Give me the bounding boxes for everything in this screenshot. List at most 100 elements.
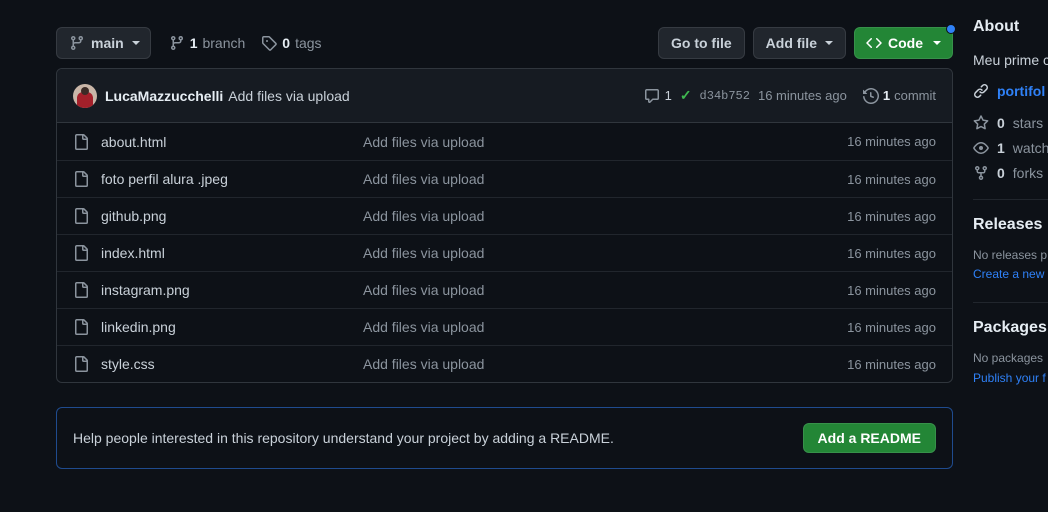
table-row[interactable]: style.css Add files via upload 16 minute… <box>57 345 952 382</box>
forks-label: forks <box>1012 165 1044 181</box>
file-time: 16 minutes ago <box>847 245 936 261</box>
file-icon <box>73 171 89 187</box>
file-time: 16 minutes ago <box>847 356 936 372</box>
table-row[interactable]: index.html Add files via upload 16 minut… <box>57 234 952 271</box>
link-icon <box>973 83 989 99</box>
file-icon <box>73 319 89 335</box>
file-rows: about.html Add files via upload 16 minut… <box>57 123 952 382</box>
commit-meta: 1 ✓ d34b752 16 minutes ago 1 commit <box>644 87 936 104</box>
repo-description: Meu prime​ com curso <box>973 52 1048 68</box>
add-readme-button[interactable]: Add a README <box>802 423 936 453</box>
forks-count: 0 <box>997 165 1005 181</box>
fork-icon <box>973 165 989 181</box>
commits-count: 1 <box>882 88 891 103</box>
packages-empty-text: No packages <box>973 351 1044 366</box>
commit-comments[interactable]: 1 <box>644 88 672 104</box>
star-icon <box>973 115 989 131</box>
file-commit-message[interactable]: Add files via upload <box>363 208 847 224</box>
file-name[interactable]: linkedin.png <box>101 319 363 335</box>
history-icon <box>862 87 879 104</box>
branch-selector-button[interactable]: main <box>56 26 151 59</box>
stars-count: 0 <box>997 115 1005 131</box>
tag-icon <box>261 35 278 51</box>
code-brackets-icon <box>866 35 882 51</box>
notification-dot <box>946 23 956 34</box>
commit-sha[interactable]: d34b752 <box>700 89 750 103</box>
file-name[interactable]: instagram.png <box>101 282 363 298</box>
table-row[interactable]: foto perfil alura .jpeg Add files via up… <box>57 160 952 197</box>
file-name[interactable]: index.html <box>101 245 363 261</box>
file-name[interactable]: style.css <box>101 356 363 372</box>
main-content: main 1 branch 0 tags Go to file Add file… <box>56 0 956 469</box>
branches-link[interactable]: 1 branch <box>169 34 246 51</box>
repo-website-row[interactable]: portifol <box>973 83 1048 99</box>
watchers-count: 1 <box>997 140 1005 156</box>
go-to-file-button[interactable]: Go to file <box>657 26 745 59</box>
branch-name-label: main <box>91 34 124 51</box>
file-commit-message[interactable]: Add files via upload <box>363 245 847 261</box>
file-icon <box>73 133 89 150</box>
comment-icon <box>644 88 660 104</box>
branch-icon <box>169 35 185 51</box>
file-time: 16 minutes ago <box>847 171 936 187</box>
table-row[interactable]: instagram.png Add files via upload 16 mi… <box>57 271 952 308</box>
branches-count: 1 <box>189 34 198 51</box>
readme-prompt-banner: Help people interested in this repositor… <box>56 407 953 469</box>
file-time: 16 minutes ago <box>847 134 936 149</box>
file-icon <box>73 245 89 261</box>
comment-count: 1 <box>664 88 672 103</box>
tags-count: 0 <box>282 34 291 51</box>
file-commit-message[interactable]: Add files via upload <box>363 356 847 372</box>
packages-heading: Packages <box>973 319 1047 337</box>
avatar[interactable] <box>73 83 97 108</box>
about-heading: About <box>973 18 1020 35</box>
sidebar-divider <box>973 302 1048 304</box>
file-name[interactable]: about.html <box>101 134 363 150</box>
chevron-down-icon <box>933 40 941 45</box>
code-button[interactable]: Code <box>854 23 956 59</box>
table-row[interactable]: linkedin.png Add files via upload 16 min… <box>57 308 952 345</box>
add-file-button[interactable]: Add file <box>752 26 846 59</box>
repo-meta-links: 1 branch 0 tags <box>169 35 322 51</box>
file-commit-message[interactable]: Add files via upload <box>363 282 847 298</box>
stars-row[interactable]: 0 stars <box>973 115 1048 131</box>
go-to-file-label: Go to file <box>670 34 732 51</box>
forks-row[interactable]: 0 forks <box>973 165 1048 181</box>
commit-message[interactable]: Add files via upload <box>228 88 349 104</box>
commit-author[interactable]: LucaMazzucchelli <box>105 88 223 104</box>
commits-label: commit <box>894 88 936 103</box>
tags-link[interactable]: 0 tags <box>261 34 322 51</box>
file-name[interactable]: foto perfil alura .jpeg <box>101 171 363 187</box>
table-row[interactable]: about.html Add files via upload 16 minut… <box>57 123 952 160</box>
file-time: 16 minutes ago <box>847 319 936 335</box>
watchers-label: watch <box>1012 140 1048 156</box>
tags-label: tags <box>295 34 322 51</box>
repo-website-link[interactable]: portifol <box>997 83 1045 99</box>
branch-icon <box>69 35 85 51</box>
readme-prompt-text: Help people interested in this repositor… <box>73 430 614 446</box>
eye-icon <box>973 140 989 156</box>
file-time: 16 minutes ago <box>847 208 936 224</box>
commit-status-check-icon[interactable]: ✓ <box>680 87 692 104</box>
file-icon <box>73 282 89 298</box>
watchers-row[interactable]: 1 watch <box>973 140 1048 156</box>
repository-page: main 1 branch 0 tags Go to file Add file… <box>0 0 1048 512</box>
latest-commit-header: LucaMazzucchelli Add files via upload 1 … <box>57 69 952 123</box>
file-commit-message[interactable]: Add files via upload <box>363 171 847 187</box>
file-icon <box>73 356 89 372</box>
add-file-label: Add file <box>765 34 817 51</box>
sidebar-divider <box>973 199 1048 200</box>
code-label: Code <box>888 34 923 51</box>
file-commit-message[interactable]: Add files via upload <box>363 134 847 150</box>
file-name[interactable]: github.png <box>101 208 363 224</box>
releases-empty-text: No releases p <box>973 248 1048 262</box>
file-commit-message[interactable]: Add files via upload <box>363 319 847 335</box>
branches-label: branch <box>202 34 246 51</box>
file-listing-box: LucaMazzucchelli Add files via upload 1 … <box>56 68 953 383</box>
commits-history-link[interactable]: 1 commit <box>862 87 936 104</box>
file-icon <box>73 208 89 224</box>
table-row[interactable]: github.png Add files via upload 16 minut… <box>57 197 952 234</box>
publish-package-link[interactable]: Publish your f <box>973 369 1048 388</box>
create-release-link[interactable]: Create a new <box>973 265 1048 284</box>
stars-label: stars <box>1012 115 1044 131</box>
